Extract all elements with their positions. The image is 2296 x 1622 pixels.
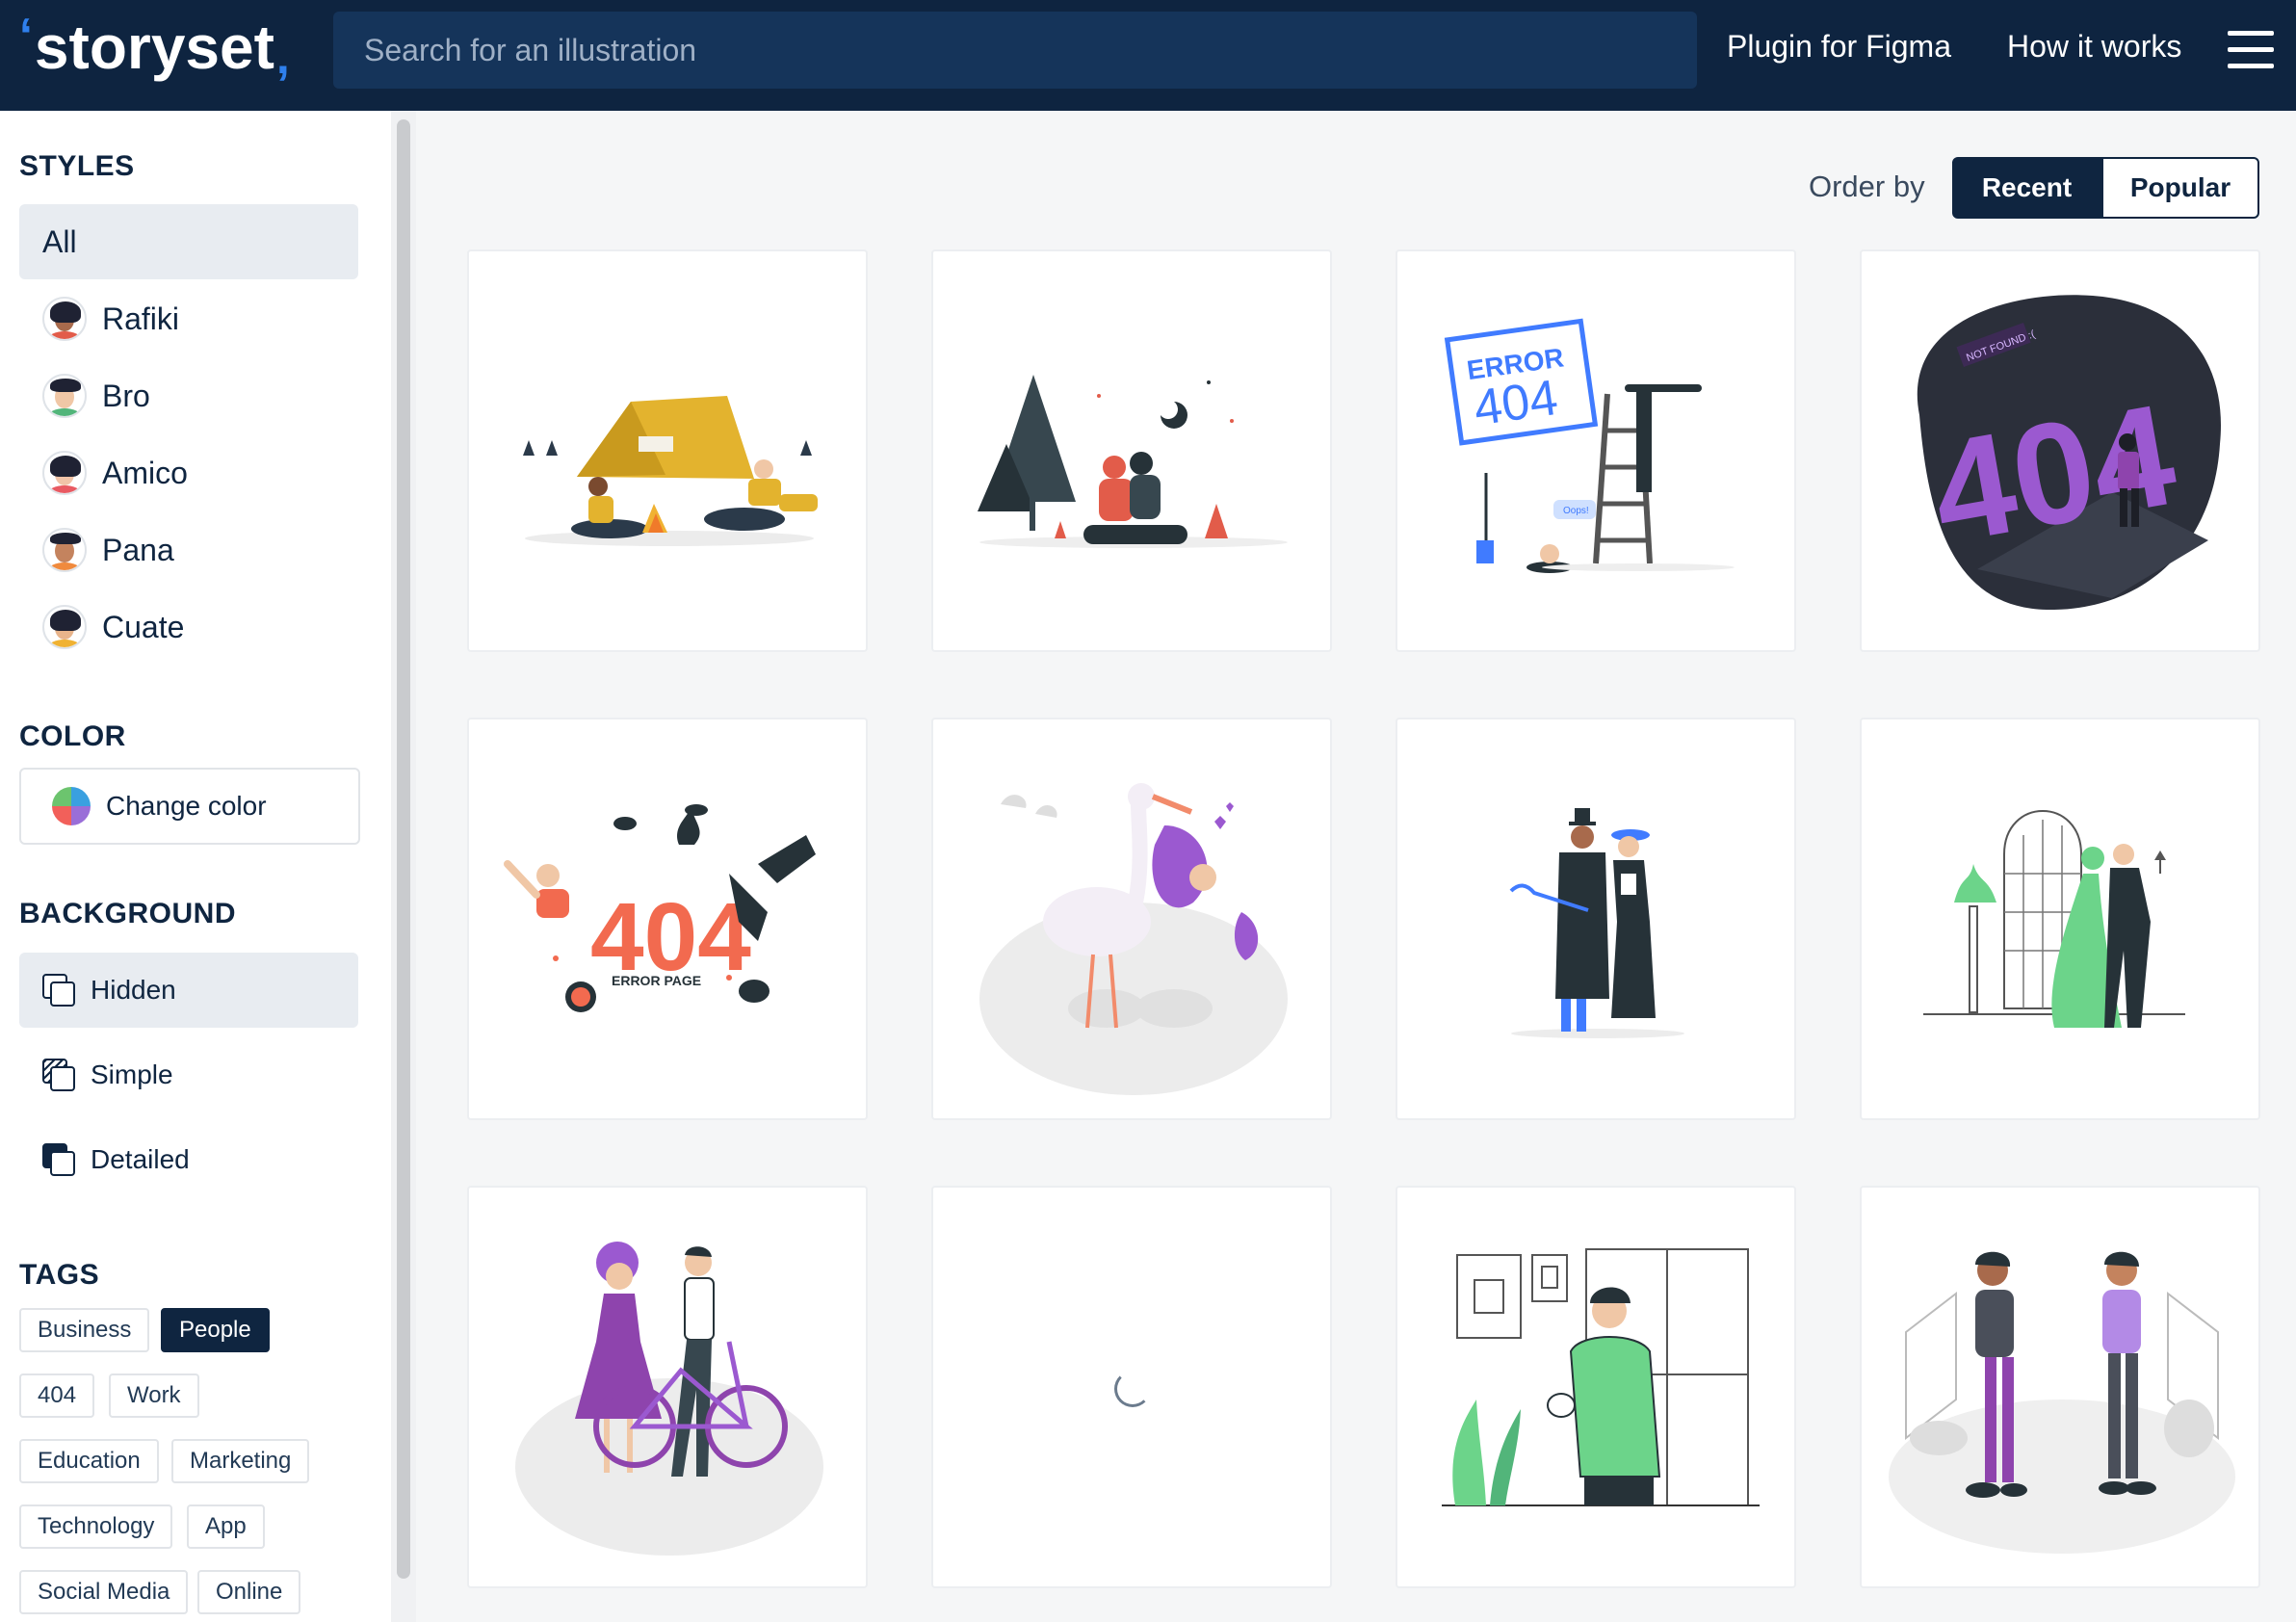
style-option-label: Bro [102, 378, 150, 413]
style-option-amico[interactable]: Amico [19, 435, 358, 510]
color-wheel-icon [52, 787, 91, 825]
404-error-page-illustration[interactable]: 404 ERROR PAGE [467, 718, 868, 1120]
change-color-button[interactable]: Change color [19, 768, 360, 845]
style-option-all[interactable]: All [19, 204, 358, 279]
detailed-bg-icon [42, 1143, 75, 1176]
background-option-label: Hidden [91, 975, 176, 1005]
dancing-couple-illustration[interactable] [1860, 718, 2260, 1120]
svg-text:404: 404 [1471, 370, 1561, 437]
tag-404[interactable]: 404 [19, 1373, 95, 1418]
camping-tent-illustration[interactable] [467, 249, 868, 652]
hidden-bg-icon [42, 974, 75, 1007]
simple-bg-icon [42, 1059, 75, 1091]
top-navigation-bar: ‘ storyset , Plugin for Figma How it wor… [0, 0, 2296, 111]
style-option-pana[interactable]: Pana [19, 512, 358, 588]
order-by-label: Order by [1809, 170, 1925, 203]
storyset-logo[interactable]: ‘ storyset , [19, 9, 290, 84]
sidebar-scrollbar-thumb[interactable] [397, 119, 410, 1579]
search-input[interactable] [333, 32, 1697, 68]
logo-text: storyset [34, 13, 274, 82]
amico-avatar-icon [42, 451, 87, 495]
svg-text:Oops!: Oops! [1563, 506, 1589, 516]
background-option-label: Simple [91, 1060, 173, 1089]
svg-text:ERROR PAGE: ERROR PAGE [612, 973, 701, 988]
loading-card[interactable] [931, 1186, 1332, 1588]
stork-baby-delivery-illustration[interactable] [931, 718, 1332, 1120]
order-popular-button[interactable]: Popular [2101, 157, 2259, 219]
tag-work[interactable]: Work [109, 1373, 199, 1418]
background-option-simple[interactable]: Simple [19, 1037, 358, 1112]
tag-marketing[interactable]: Marketing [171, 1439, 310, 1483]
nav-plugin-for-figma[interactable]: Plugin for Figma [1727, 29, 1951, 65]
tag-online[interactable]: Online [197, 1570, 301, 1614]
tag-people[interactable]: People [161, 1308, 270, 1352]
style-option-label: Pana [102, 532, 174, 567]
style-option-label: Cuate [102, 609, 185, 644]
search-bar [333, 12, 1697, 89]
tag-technology[interactable]: Technology [19, 1504, 173, 1549]
tag-app[interactable]: App [187, 1504, 265, 1549]
hamburger-menu-icon[interactable] [2228, 31, 2274, 69]
tags-section-title: TAGS [19, 1259, 100, 1291]
logo-accent-left: ‘ [19, 9, 33, 63]
order-recent-button[interactable]: Recent [1952, 157, 2101, 219]
bro-avatar-icon [42, 374, 87, 418]
color-section-title: COLOR [19, 720, 126, 752]
man-cleaning-hands-illustration[interactable] [1396, 1186, 1796, 1588]
couple-with-bicycle-illustration[interactable] [467, 1186, 868, 1588]
background-option-detailed[interactable]: Detailed [19, 1122, 358, 1197]
tag-social-media[interactable]: Social Media [19, 1570, 189, 1614]
background-option-label: Detailed [91, 1144, 190, 1174]
style-option-label: Amico [102, 455, 188, 490]
people-sneezing-illustration[interactable] [1860, 1186, 2260, 1588]
logo-accent-right: , [275, 30, 290, 84]
style-option-label: Rafiki [102, 301, 180, 336]
style-option-rafiki[interactable]: Rafiki [19, 281, 358, 356]
style-option-cuate[interactable]: Cuate [19, 589, 358, 665]
night-campfire-couple-illustration[interactable] [931, 249, 1332, 652]
background-section-title: BACKGROUND [19, 898, 236, 929]
tag-education[interactable]: Education [19, 1439, 159, 1483]
background-option-hidden[interactable]: Hidden [19, 953, 358, 1028]
tag-business[interactable]: Business [19, 1308, 150, 1352]
loading-spinner-icon [1114, 1371, 1151, 1407]
nav-how-it-works[interactable]: How it works [2007, 29, 2181, 65]
change-color-label: Change color [106, 791, 267, 821]
error-404-ladder-illustration[interactable]: ERROR 404 Oops! [1396, 249, 1796, 652]
victorian-couple-illustration[interactable] [1396, 718, 1796, 1120]
cuate-avatar-icon [42, 605, 87, 649]
rafiki-avatar-icon [42, 297, 87, 341]
pana-avatar-icon [42, 528, 87, 572]
style-option-label: All [42, 223, 77, 259]
style-option-bro[interactable]: Bro [19, 358, 358, 433]
404-purple-3d-illustration[interactable]: 404 NOT FOUND :( [1860, 249, 2260, 652]
styles-section-title: STYLES [19, 150, 135, 182]
